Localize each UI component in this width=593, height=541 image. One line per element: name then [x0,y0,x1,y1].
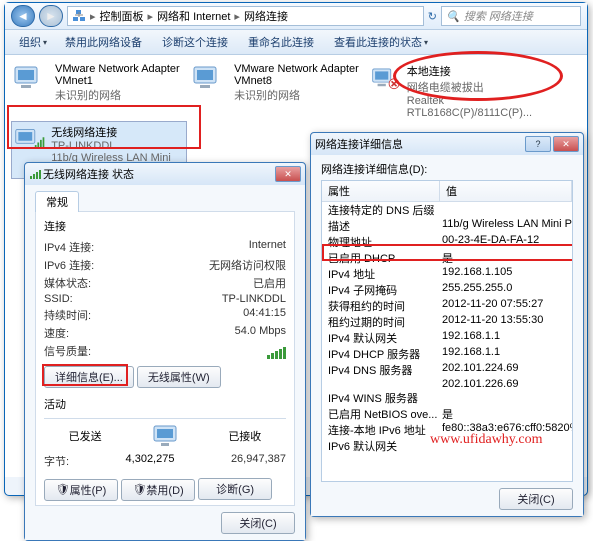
refresh-icon[interactable]: ↻ [428,10,437,23]
details-title: 网络连接详细信息 [315,136,525,152]
close-icon[interactable]: ✕ [553,136,579,152]
crumb-3[interactable]: 网络连接 [244,8,288,24]
close-button[interactable]: 关闭(C) [221,512,295,534]
tab-general[interactable]: 常规 [35,191,79,212]
wireless-props-button[interactable]: 无线属性(W) [137,366,221,388]
status-title: 无线网络连接 状态 [43,166,275,182]
highlight-ipv4-row [322,244,573,261]
wifi-icon [29,167,43,181]
cmd-status[interactable]: 查看此连接的状态 [328,32,434,52]
status-dialog: 无线网络连接 状态 ✕ 常规 连接 IPv4 连接:Internet IPv6 … [24,162,306,541]
table-row[interactable]: 202.101.226.69 [322,378,572,390]
props-button[interactable]: 🛡 属性(P) [44,479,118,501]
back-button[interactable]: ◄ [11,5,35,27]
activity-icon [151,424,179,448]
cmd-diagnose[interactable]: 诊断这个连接 [156,32,236,52]
sent-label: 已发送 [69,428,102,444]
nav-row: ◄ ► ▸ 控制面板 ▸ 网络和 Internet ▸ 网络连接 ↻ 🔍 搜索 … [5,3,587,30]
disable-button[interactable]: 🛡 禁用(D) [121,479,195,501]
highlight-wifi-adapter [7,105,201,149]
table-row[interactable]: 连接特定的 DNS 后缀 [322,202,572,218]
crumb-2[interactable]: 网络和 Internet [157,8,230,24]
table-row[interactable]: IPv4 DNS 服务器202.101.224.69 [322,362,572,378]
address-bar[interactable]: ▸ 控制面板 ▸ 网络和 Internet ▸ 网络连接 [67,6,424,26]
table-row[interactable]: IPv4 DHCP 服务器192.168.1.1 [322,346,572,362]
highlight-local-adapter [393,51,563,101]
cmd-rename[interactable]: 重命名此连接 [242,32,322,52]
recv-label: 已接收 [228,428,261,444]
search-icon: 🔍 [446,10,460,23]
cmd-organize[interactable]: 组织 [13,32,53,52]
sent-bytes: 4,302,275 [69,453,231,469]
details-header: 网络连接详细信息(D): [321,161,573,177]
table-row[interactable]: 描述11b/g Wireless LAN Mini PCI Ex [322,218,572,234]
search-input[interactable]: 🔍 搜索 网络连接 [441,6,581,26]
activity-label: 活动 [44,396,286,412]
table-row[interactable]: 已启用 NetBIOS ove...是 [322,406,572,422]
cmd-disable[interactable]: 禁用此网络设备 [59,32,150,52]
network-icon [72,9,86,23]
signal-label: 信号质量: [44,343,91,359]
close-icon[interactable]: ✕ [275,166,301,182]
diag-button[interactable]: 诊断(G) [198,478,272,500]
table-row[interactable]: 获得租约的时间2012-11-20 07:55:27 [322,298,572,314]
forward-button[interactable]: ► [39,5,63,27]
adapter-icon [13,63,49,93]
table-row[interactable]: IPv4 WINS 服务器 [322,390,572,406]
adapter-vmnet1[interactable]: VMware Network Adapter VMnet1 未识别的网络 [11,61,187,105]
table-row[interactable]: 租约过期的时间2012-11-20 13:55:30 [322,314,572,330]
close-button[interactable]: 关闭(C) [499,488,573,510]
conn-section-label: 连接 [44,218,286,234]
details-dialog: 网络连接详细信息 ? ✕ 网络连接详细信息(D): 属性 值 连接特定的 DNS… [310,132,584,517]
table-row[interactable]: IPv4 地址192.168.1.105 [322,266,572,282]
recv-bytes: 26,947,387 [231,453,286,469]
bytes-label: 字节: [44,453,69,469]
table-row[interactable]: IPv4 子网掩码255.255.255.0 [322,282,572,298]
table-row[interactable]: IPv4 默认网关192.168.1.1 [322,330,572,346]
adapter-vmnet8[interactable]: VMware Network Adapter VMnet8 未识别的网络 [190,61,366,105]
help-icon[interactable]: ? [525,136,551,152]
watermark-text: www.ufidawhy.com [430,432,543,448]
signal-bars-icon [267,343,286,359]
list-header: 属性 值 [322,181,572,202]
crumb-1[interactable]: 控制面板 [100,8,144,24]
highlight-details-btn [42,364,128,386]
adapter-icon [192,63,228,93]
